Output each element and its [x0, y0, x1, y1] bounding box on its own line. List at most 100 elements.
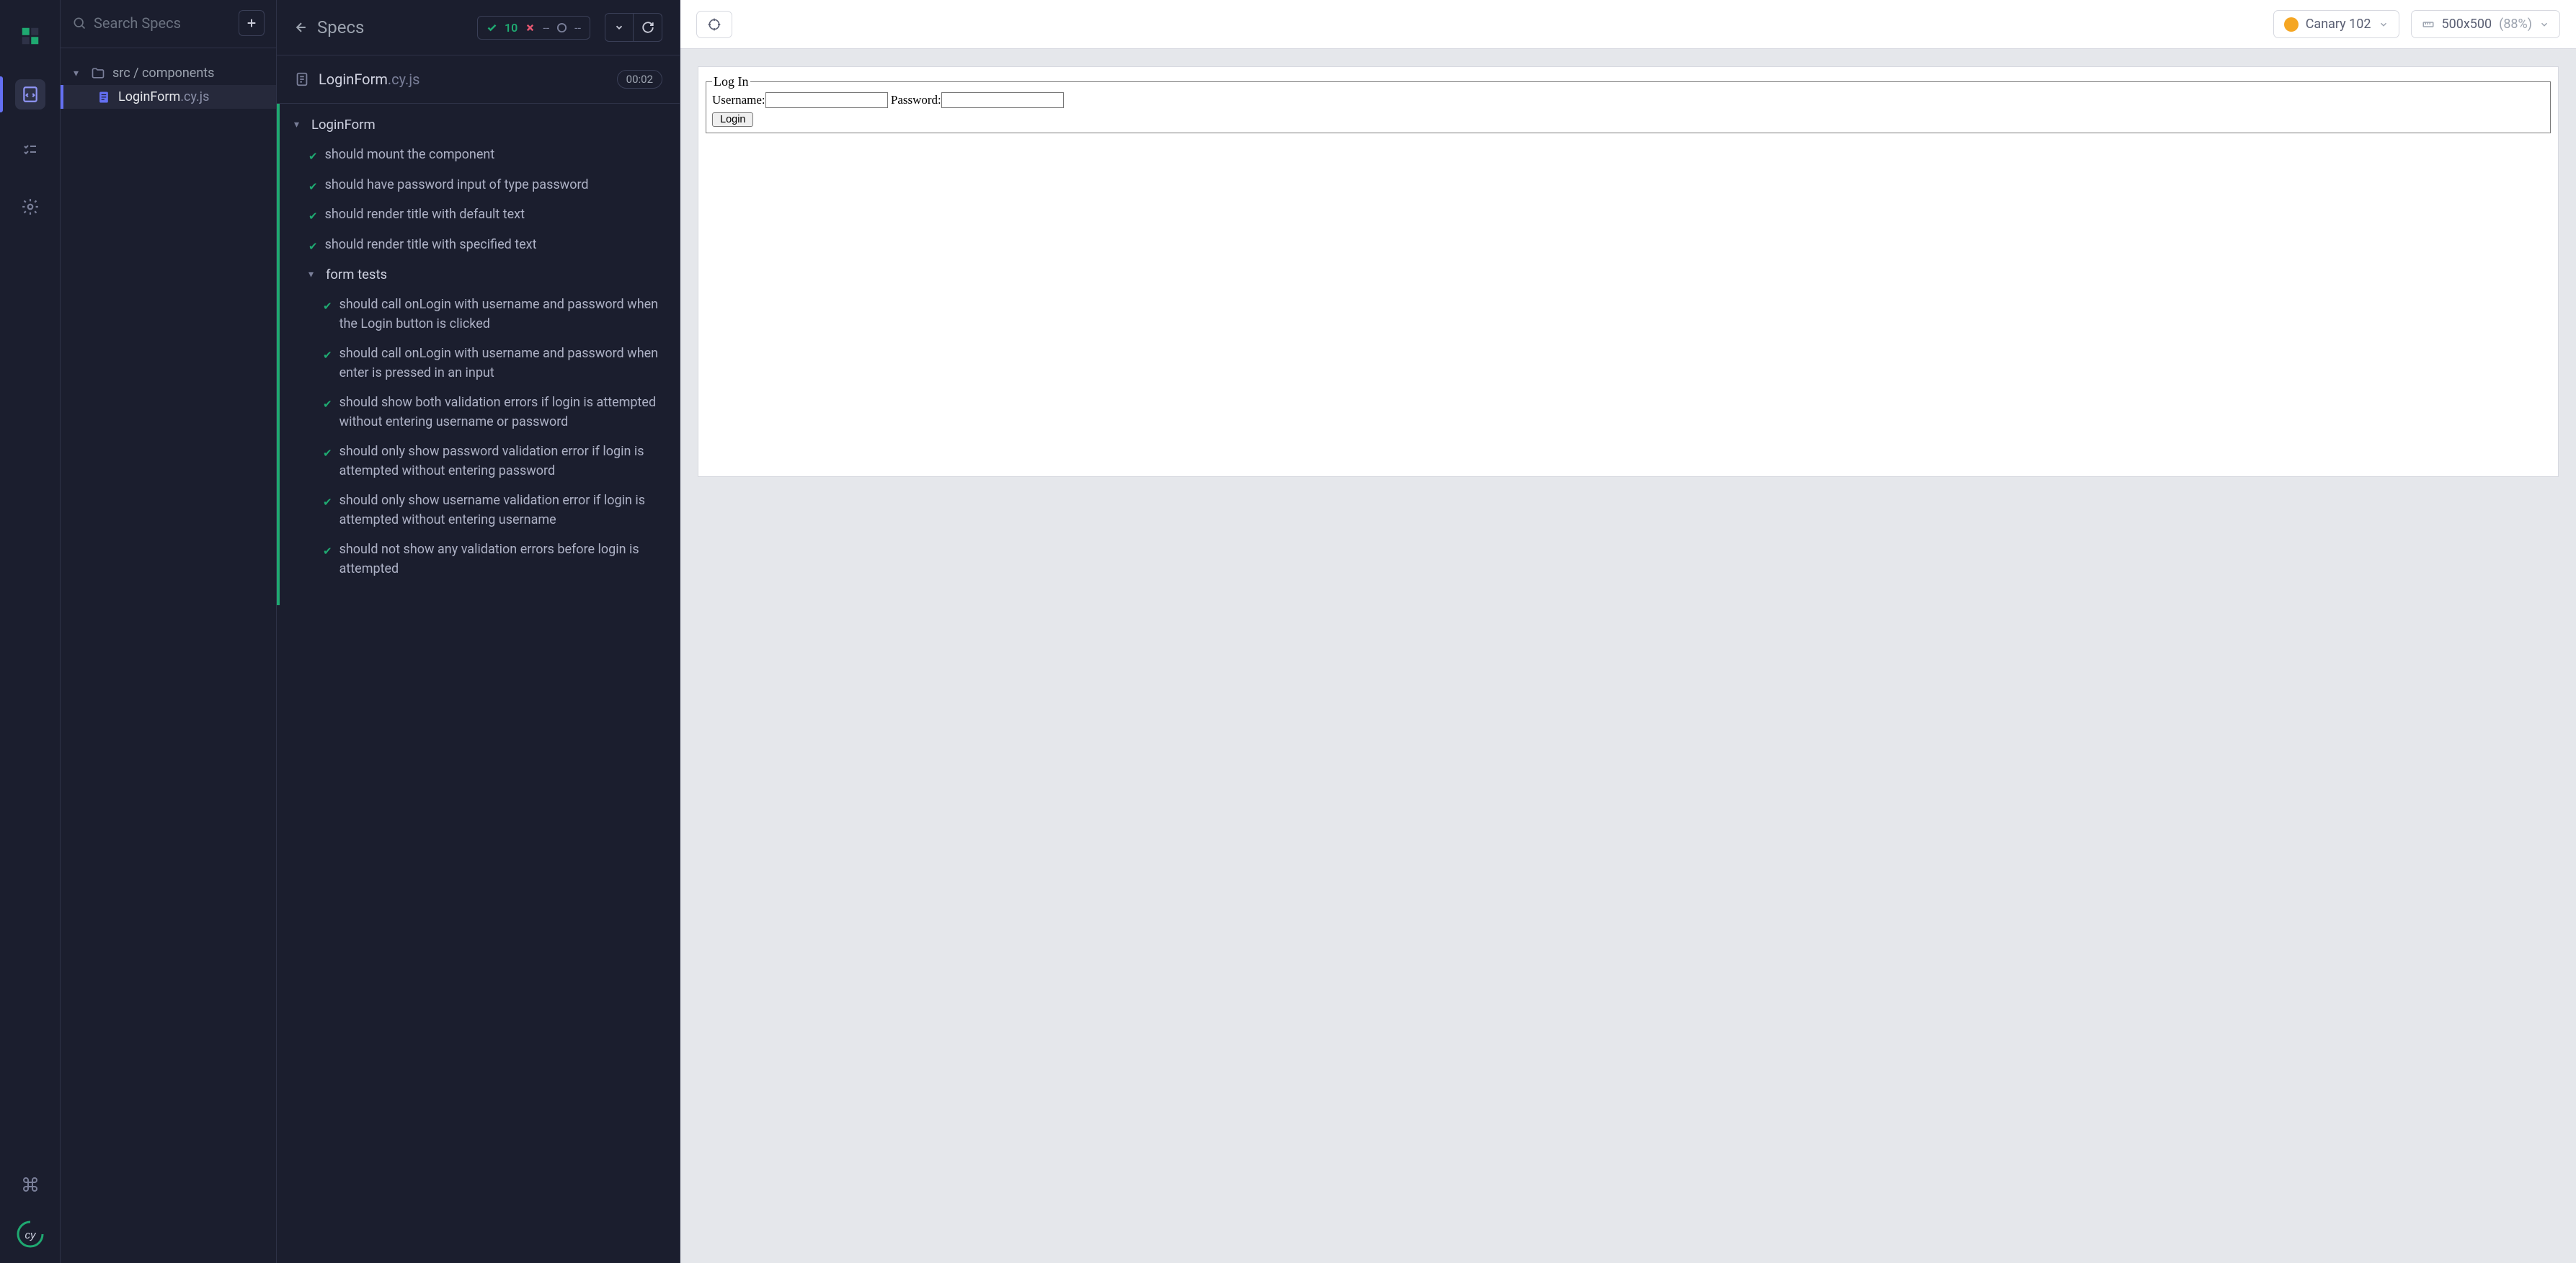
viewport-selector[interactable]: 500x500 (88%)	[2411, 10, 2560, 38]
username-label: Username:	[712, 93, 765, 107]
spec-name: LoginForm	[319, 71, 388, 88]
password-label: Password:	[891, 93, 941, 107]
test-results: ▾ LoginForm ✔should mount the component …	[277, 104, 680, 605]
refresh-icon	[641, 21, 654, 34]
chevron-down-icon: ▾	[294, 119, 304, 130]
sub-suite-row[interactable]: ▾ form tests	[280, 259, 680, 290]
ruler-icon	[2422, 18, 2435, 31]
test-title: should render title with default text	[325, 205, 525, 224]
new-spec-button[interactable]	[239, 10, 265, 36]
list-icon	[22, 142, 39, 159]
check-icon: ✔	[323, 445, 332, 462]
check-icon: ✔	[323, 298, 332, 315]
canary-icon	[2284, 17, 2299, 32]
rerun-button[interactable]	[634, 13, 662, 42]
folder-icon	[91, 66, 105, 81]
nav-specs[interactable]	[15, 79, 45, 110]
search-placeholder: Search Specs	[94, 14, 181, 32]
test-title: should only show password validation err…	[339, 442, 665, 481]
viewport-size: 500x500	[2442, 17, 2492, 32]
code-file-icon	[21, 85, 40, 104]
test-title: should only show username validation err…	[339, 491, 665, 530]
browser-selector[interactable]: Canary 102	[2273, 10, 2399, 38]
logo-icon	[19, 25, 41, 47]
spec-file-row[interactable]: LoginForm.cy.js	[61, 85, 276, 109]
folder-row[interactable]: ▾ src / components	[61, 61, 276, 85]
test-row[interactable]: ✔ should mount the component	[280, 140, 680, 170]
command-icon	[22, 1176, 39, 1193]
test-title: should not show any validation errors be…	[339, 540, 665, 579]
search-icon	[72, 16, 86, 30]
keyboard-shortcuts[interactable]	[15, 1169, 45, 1200]
chevron-down-icon: ▾	[74, 68, 84, 79]
spec-ext: .cy.js	[388, 71, 420, 88]
spec-header: LoginForm.cy.js 00:02	[277, 55, 680, 104]
spec-tree: ▾ src / components LoginForm.cy.js	[61, 48, 276, 122]
nav-runs[interactable]	[15, 135, 45, 166]
check-icon: ✔	[323, 396, 332, 413]
x-icon	[525, 22, 536, 33]
selector-playground-button[interactable]	[696, 11, 732, 38]
test-row[interactable]: ✔ should show both validation errors if l…	[280, 388, 680, 437]
test-title: should call onLogin with username and pa…	[339, 344, 665, 383]
cypress-icon: cy	[16, 1220, 45, 1249]
test-row[interactable]: ✔should call onLogin with username and p…	[280, 339, 680, 388]
runner-panel: Specs 10 -- -- LoginForm.cy.js 00:02	[277, 0, 680, 1263]
check-icon: ✔	[323, 494, 332, 511]
gear-icon	[21, 197, 40, 216]
run-options-button[interactable]	[605, 13, 634, 42]
chevron-down-icon: ▾	[308, 269, 319, 280]
spec-file-icon	[97, 90, 111, 104]
aut-viewport: Log In Username: Password: Login	[698, 66, 2559, 477]
chevron-down-icon	[614, 22, 624, 32]
check-icon: ✔	[308, 148, 318, 165]
crosshair-icon	[707, 17, 721, 32]
test-title: should have password input of type passw…	[325, 175, 589, 195]
chevron-down-icon	[2539, 19, 2549, 30]
login-fieldset: Log In Username: Password: Login	[706, 74, 2551, 133]
file-ext: .cy.js	[180, 89, 209, 104]
arrow-left-icon	[294, 20, 308, 35]
sub-suite-name: form tests	[326, 267, 387, 282]
test-title: should mount the component	[325, 145, 495, 164]
icon-rail: cy	[0, 0, 61, 1263]
test-row[interactable]: ✔ should not show any validation errors b…	[280, 535, 680, 584]
svg-text:cy: cy	[25, 1229, 37, 1241]
check-icon: ✔	[308, 208, 318, 225]
check-icon	[487, 22, 497, 33]
test-row[interactable]: ✔should have password input of type pass…	[280, 170, 680, 200]
test-row[interactable]: ✔ should only show username validation er…	[280, 486, 680, 535]
test-row[interactable]: ✔ should render title with specified text	[280, 230, 680, 260]
failed-count: --	[543, 21, 549, 35]
viewport-scale: (88%)	[2499, 17, 2532, 32]
back-label: Specs	[317, 17, 364, 37]
search-input[interactable]: Search Specs	[72, 14, 231, 32]
nav-settings[interactable]	[15, 192, 45, 222]
username-input[interactable]	[765, 92, 888, 108]
passed-count: 10	[505, 21, 518, 35]
login-button[interactable]: Login	[712, 112, 753, 127]
browser-name: Canary 102	[2306, 17, 2371, 32]
test-title: should render title with specified text	[325, 235, 537, 254]
file-name: LoginForm	[118, 89, 180, 104]
form-legend: Log In	[712, 74, 750, 89]
check-icon: ✔	[323, 543, 332, 560]
duration-badge: 00:02	[617, 70, 662, 89]
plus-icon	[246, 17, 257, 29]
suite-name: LoginForm	[311, 117, 376, 133]
test-row[interactable]: ✔ should call onLogin with username and p…	[280, 290, 680, 339]
test-row[interactable]: ✔ should only show password validation er…	[280, 437, 680, 486]
pending-count: --	[574, 21, 581, 35]
check-icon: ✔	[308, 238, 318, 255]
test-title: should show both validation errors if lo…	[339, 393, 665, 432]
password-input[interactable]	[941, 92, 1064, 108]
specs-panel: Search Specs ▾ src / components LoginFor…	[61, 0, 277, 1263]
folder-label: src / components	[112, 66, 214, 81]
test-title: should call onLogin with username and pa…	[339, 295, 665, 334]
back-to-specs[interactable]: Specs	[294, 17, 364, 37]
suite-row[interactable]: ▾ LoginForm	[280, 110, 680, 140]
app-logo	[19, 16, 41, 56]
test-row[interactable]: ✔ should render title with default text	[280, 200, 680, 230]
pending-icon	[556, 22, 567, 33]
aut-toolbar: Canary 102 500x500 (88%)	[680, 0, 2576, 49]
